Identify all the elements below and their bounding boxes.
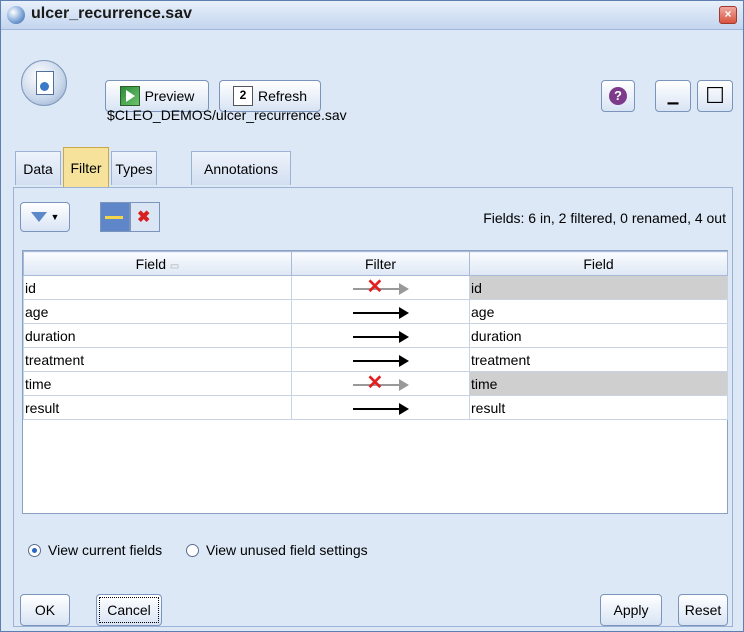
field-out-cell[interactable]: id bbox=[469, 275, 728, 300]
tab-filter[interactable]: Filter bbox=[63, 147, 109, 187]
filter-toggle[interactable]: ✕ bbox=[291, 371, 470, 396]
table-row[interactable]: id ✕ id bbox=[23, 275, 728, 300]
refresh-icon: 2 bbox=[232, 86, 253, 106]
filter-table: Field ▭ Filter Field id ✕ id age age dur… bbox=[22, 250, 728, 514]
restore-icon: ☐ bbox=[705, 83, 725, 108]
apply-button[interactable]: Apply bbox=[600, 594, 662, 626]
preview-label: Preview bbox=[144, 88, 195, 104]
window-title: ulcer_recurrence.sav bbox=[31, 5, 192, 22]
close-icon[interactable]: × bbox=[719, 6, 737, 24]
table-row[interactable]: time ✕ time bbox=[23, 371, 728, 396]
help-icon: ? bbox=[609, 87, 627, 105]
field-out-cell[interactable]: duration bbox=[469, 323, 728, 348]
preview-icon bbox=[119, 86, 140, 106]
tab-data[interactable]: Data bbox=[15, 151, 61, 185]
funnel-icon bbox=[30, 212, 47, 222]
fields-summary: Fields: 6 in, 2 filtered, 0 renamed, 4 o… bbox=[483, 210, 726, 226]
field-in-cell: result bbox=[23, 395, 292, 420]
filter-pass-arrow-icon bbox=[352, 402, 409, 415]
filter-off-arrow-icon: ✕ bbox=[352, 373, 409, 393]
field-in-cell: treatment bbox=[23, 347, 292, 372]
field-in-cell: age bbox=[23, 299, 292, 324]
field-out-cell[interactable]: result bbox=[469, 395, 728, 420]
radio-selected-icon bbox=[28, 543, 41, 557]
view-current-fields-radio[interactable]: View current fields bbox=[28, 542, 162, 558]
filter-pass-arrow-icon bbox=[352, 354, 409, 367]
ok-button[interactable]: OK bbox=[20, 594, 70, 626]
view-unused-settings-radio[interactable]: View unused field settings bbox=[186, 542, 368, 558]
pass-fields-mode-button[interactable] bbox=[100, 202, 130, 232]
refresh-label: Refresh bbox=[257, 88, 308, 104]
filter-off-arrow-icon: ✕ bbox=[352, 277, 409, 297]
source-path: $CLEO_DEMOS/ulcer_recurrence.sav bbox=[107, 107, 347, 123]
filter-toggle[interactable] bbox=[291, 323, 470, 348]
filter-toggle[interactable] bbox=[291, 299, 470, 324]
help-button[interactable]: ? bbox=[601, 80, 635, 112]
app-icon bbox=[7, 6, 25, 24]
filter-options-button[interactable]: ▼ bbox=[20, 202, 70, 232]
filter-panel: ▼ ✖ Fields: 6 in, 2 filtered, 0 renamed,… bbox=[13, 187, 733, 627]
title-bar[interactable]: ulcer_recurrence.sav × bbox=[1, 1, 743, 30]
chevron-down-icon: ▼ bbox=[50, 212, 60, 222]
field-out-cell[interactable]: time bbox=[469, 371, 728, 396]
filter-pass-arrow-icon bbox=[352, 306, 409, 319]
pass-arrow-icon bbox=[105, 216, 123, 219]
column-header-field-out[interactable]: Field bbox=[469, 251, 728, 276]
table-row[interactable]: result result bbox=[23, 395, 728, 420]
restore-button[interactable]: ☐ bbox=[697, 80, 733, 112]
source-node-icon bbox=[21, 60, 67, 106]
filter-toggle[interactable]: ✕ bbox=[291, 275, 470, 300]
column-header-field-in[interactable]: Field ▭ bbox=[23, 251, 292, 276]
field-out-cell[interactable]: age bbox=[469, 299, 728, 324]
filter-pass-arrow-icon bbox=[352, 330, 409, 343]
filter-toggle[interactable] bbox=[291, 347, 470, 372]
reset-button[interactable]: Reset bbox=[678, 594, 728, 626]
table-row[interactable]: treatment treatment bbox=[23, 347, 728, 372]
tab-annotations[interactable]: Annotations bbox=[191, 151, 291, 185]
dialog-window: ulcer_recurrence.sav × Preview 2 Refresh… bbox=[0, 0, 744, 632]
field-out-cell[interactable]: treatment bbox=[469, 347, 728, 372]
view-options: View current fields View unused field se… bbox=[28, 542, 388, 560]
field-in-cell: time bbox=[23, 371, 292, 396]
column-header-filter[interactable]: Filter bbox=[291, 251, 470, 276]
table-row[interactable]: age age bbox=[23, 299, 728, 324]
cancel-button[interactable]: Cancel bbox=[96, 594, 162, 626]
tab-types[interactable]: Types bbox=[111, 151, 157, 185]
sort-indicator-icon: ▭ bbox=[169, 260, 180, 272]
field-in-cell: id bbox=[23, 275, 292, 300]
minimize-icon: ▁ bbox=[667, 87, 679, 104]
field-in-cell: duration bbox=[23, 323, 292, 348]
radio-unselected-icon bbox=[186, 543, 200, 557]
header-area: Preview 2 Refresh ? ▁ ☐ $CLEO_DEMOS/ulce… bbox=[1, 30, 743, 148]
remove-fields-mode-button[interactable]: ✖ bbox=[130, 202, 160, 232]
remove-arrow-icon: ✖ bbox=[137, 209, 151, 226]
table-row[interactable]: duration duration bbox=[23, 323, 728, 348]
minimize-button[interactable]: ▁ bbox=[655, 80, 691, 112]
filter-toggle[interactable] bbox=[291, 395, 470, 420]
